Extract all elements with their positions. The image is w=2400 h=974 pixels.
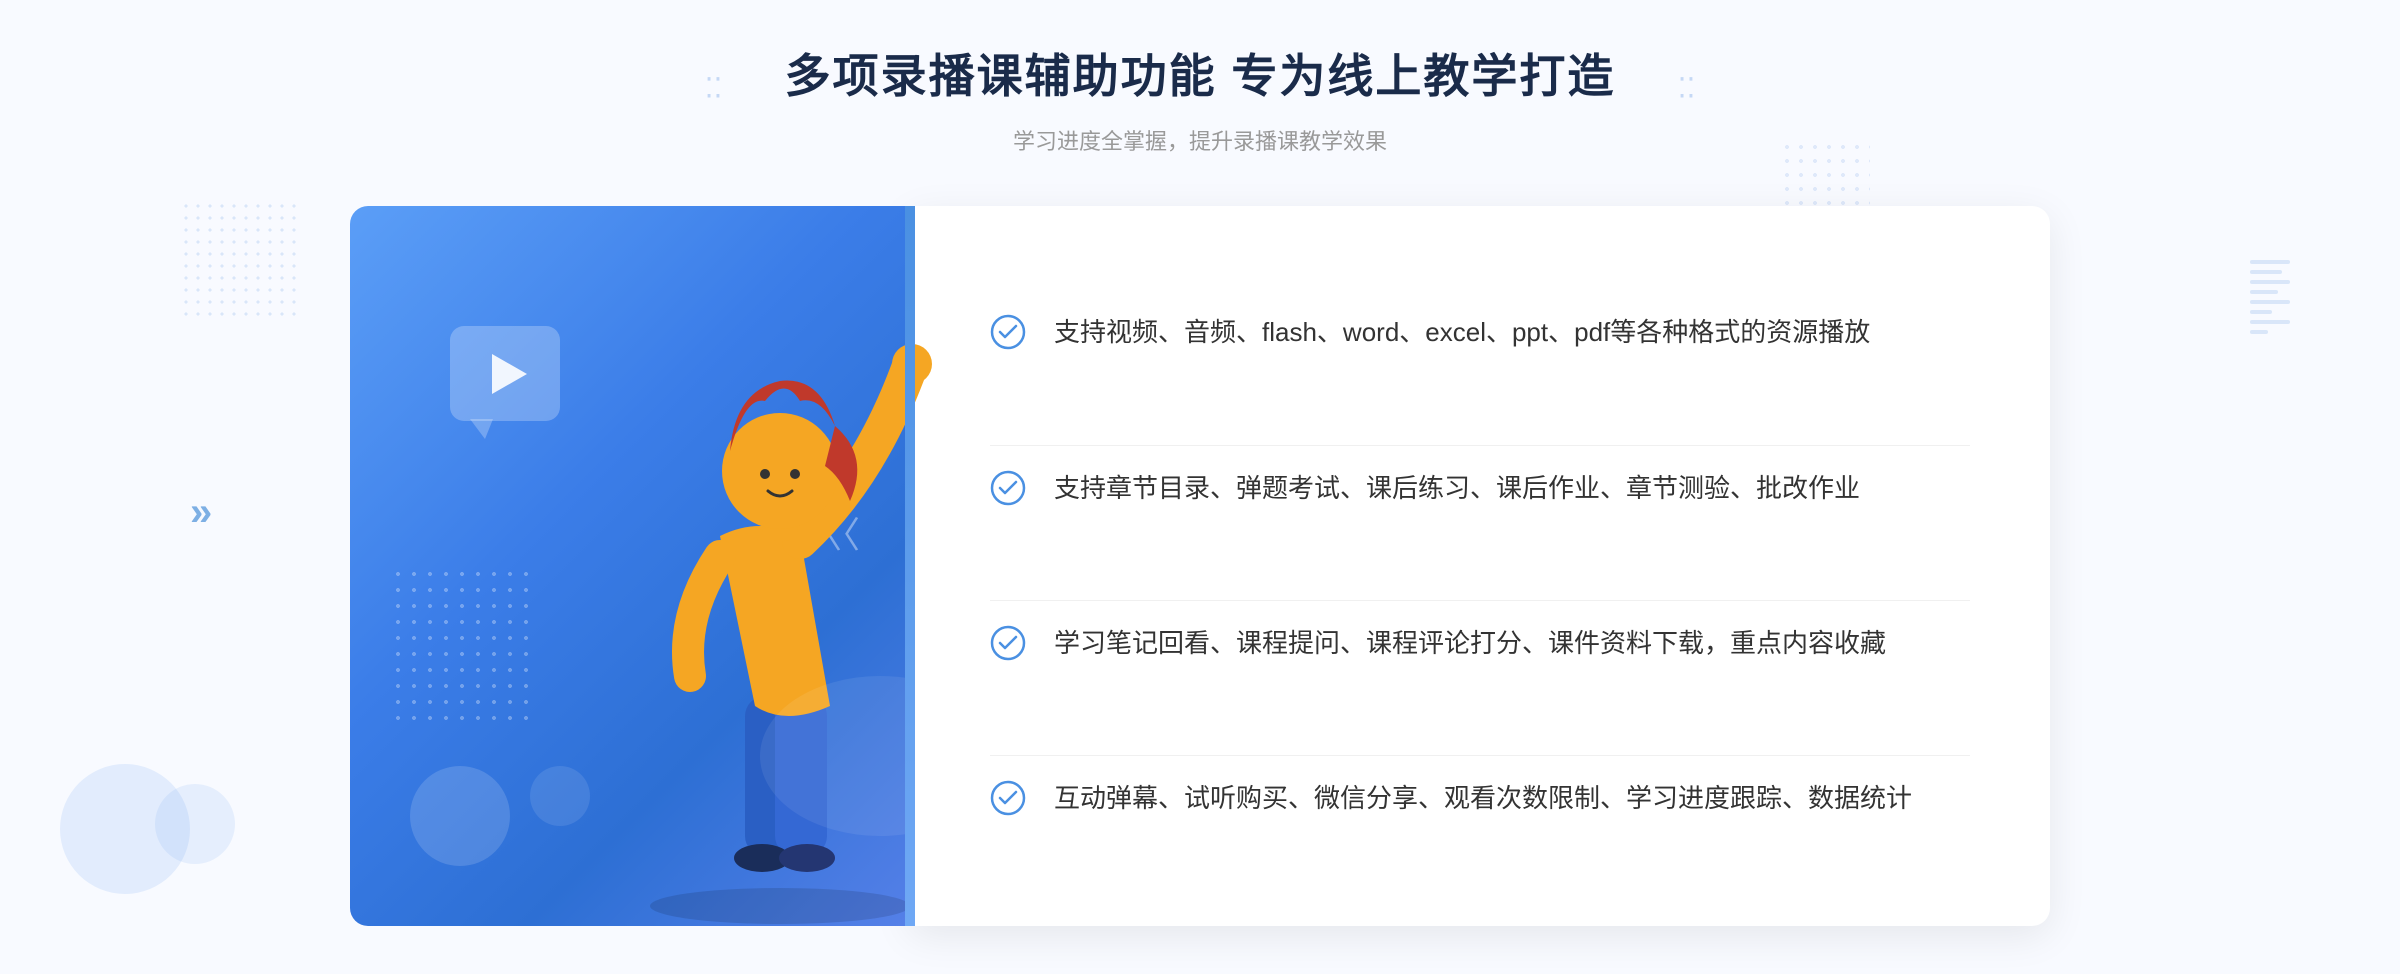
header-section: 多项录播课辅助功能 专为线上教学打造 学习进度全掌握，提升录播课教学效果 <box>785 40 1616 156</box>
page-wrapper: » 多项录播课辅助功能 专为线上教学打造 学习进度全掌握，提升录播课教学效果 〈… <box>0 0 2400 974</box>
feature-item-4: 互动弹幕、试听购买、微信分享、观看次数限制、学习进度跟踪、数据统计 <box>990 755 1970 842</box>
circle-decoration-medium <box>155 784 235 864</box>
left-accent-bar <box>905 206 915 926</box>
check-circle-icon-2 <box>990 470 1026 506</box>
feature-item-1: 支持视频、音频、flash、word、excel、ppt、pdf等各种格式的资源… <box>990 290 1970 376</box>
left-illustration: 〈〈 <box>350 206 910 926</box>
sub-title: 学习进度全掌握，提升录播课教学效果 <box>785 124 1616 156</box>
check-circle-icon-1 <box>990 314 1026 350</box>
feature-item-3: 学习笔记回看、课程提问、课程评论打分、课件资料下载，重点内容收藏 <box>990 600 1970 687</box>
right-panel: 支持视频、音频、flash、word、excel、ppt、pdf等各种格式的资源… <box>910 206 2050 926</box>
content-area: 〈〈 <box>350 206 2050 926</box>
chevron-left-icon: » <box>190 490 212 535</box>
stripe-decoration <box>2250 260 2290 420</box>
check-circle-icon-3 <box>990 625 1026 661</box>
person-figure <box>600 306 940 926</box>
feature-text-3: 学习笔记回看、课程提问、课程评论打分、课件资料下载，重点内容收藏 <box>1054 623 1886 665</box>
feature-text-2: 支持章节目录、弹题考试、课后练习、课后作业、章节测验、批改作业 <box>1054 468 1860 510</box>
circle-decoration-2 <box>530 766 590 826</box>
play-icon <box>492 354 527 394</box>
main-title: 多项录播课辅助功能 专为线上教学打造 <box>785 40 1616 106</box>
feature-item-2: 支持章节目录、弹题考试、课后练习、课后作业、章节测验、批改作业 <box>990 445 1970 532</box>
check-circle-icon-4 <box>990 780 1026 816</box>
feature-text-1: 支持视频、音频、flash、word、excel、ppt、pdf等各种格式的资源… <box>1054 312 1870 354</box>
feature-text-4: 互动弹幕、试听购买、微信分享、观看次数限制、学习进度跟踪、数据统计 <box>1054 778 1912 820</box>
illustration-dots <box>390 566 530 726</box>
dots-decoration-left <box>180 200 300 320</box>
circle-decoration-1 <box>410 766 510 866</box>
play-bubble <box>450 326 560 421</box>
